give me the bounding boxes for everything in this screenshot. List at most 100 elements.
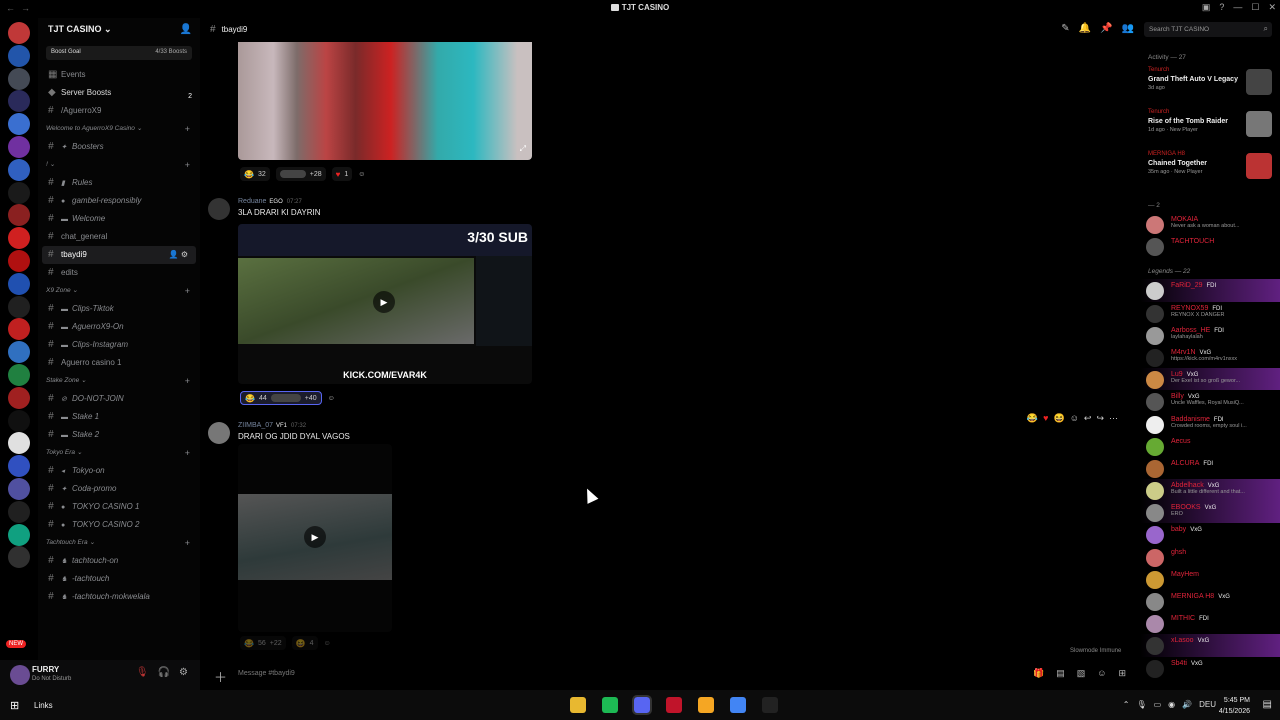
image-attachment[interactable]: ⤢ [238,42,532,160]
channel-item[interactable]: # ✦ Boosters [38,138,200,156]
add-channel-icon[interactable]: + [185,372,190,390]
server-icon[interactable] [8,136,30,158]
language-indicator[interactable]: DEU [1199,700,1216,709]
windows-start-icon[interactable]: ⊞ [10,699,19,712]
notification-bell-icon[interactable]: 🔔 [1079,23,1091,34]
category-header[interactable]: X9 Zone ⌄ + [38,282,200,300]
server-boosts-item[interactable]: ◆ Server Boosts 2 [38,84,200,102]
add-reaction-icon[interactable]: ☺ [1070,413,1079,424]
channel-item[interactable]: # ▮ Rules [38,174,200,192]
category-header[interactable]: Welcome to AguerroX9 Casino ⌄ + [38,120,200,138]
help-icon[interactable]: ? [1219,2,1224,13]
clock[interactable]: 5:45 PM 4/15/2026 [1219,695,1250,717]
boost-goal[interactable]: Boost Goal 4/33 Boosts [46,46,192,60]
member-item[interactable]: baby VxG [1140,523,1280,545]
inbox-icon[interactable]: ▣ [1202,2,1211,13]
sticker-icon[interactable]: ▧ [1077,668,1086,679]
channel-item[interactable]: # ♞ -tachtouch [38,570,200,588]
channel-item[interactable]: # chat_general [38,228,200,246]
server-icon[interactable] [8,22,30,44]
server-icon[interactable] [8,478,30,500]
reaction-laugh[interactable]: 😂 56 +22 [240,636,286,650]
notification-icon[interactable]: ▤ [1263,699,1272,710]
member-item[interactable]: ghsh [1140,546,1280,568]
server-icon[interactable] [8,432,30,455]
member-item[interactable]: Aarboss_HE FDI laylahaylalah [1140,324,1280,346]
member-item[interactable]: Billy VxG Uncle Waffles, Royal MusiQ... [1140,390,1280,412]
server-icon[interactable] [8,67,30,90]
member-item[interactable]: REYNOX59 FDI REYNOX X DANGER [1140,302,1280,324]
add-reaction-icon[interactable]: ☺ [324,640,331,647]
emoji-picker-icon[interactable]: ☺ [1097,668,1106,679]
channel-item[interactable]: # ▬ AguerroX9-On [38,318,200,336]
reaction-laugh[interactable]: 😂 32 [240,167,270,181]
gif-icon[interactable]: ▤ [1056,668,1065,679]
mic-icon[interactable]: 🎙 [1136,700,1146,709]
server-icon[interactable] [8,44,30,67]
taskbar-links[interactable]: Links [34,701,53,710]
channel-item[interactable]: # ♞ tachtouch-on [38,552,200,570]
message-input[interactable]: Message #tbaydi9 [238,670,295,677]
channel-item[interactable]: # ● gambel-responsibly [38,192,200,210]
channel-item[interactable]: # ● TOKYO CASINO 1 [38,498,200,516]
server-icon[interactable] [8,500,30,523]
video-attachment[interactable]: 3/30 SUB ▶ KICK.COM/EVAR4K [238,224,532,384]
member-item[interactable]: Sb4ti VxG [1140,657,1280,679]
add-channel-icon[interactable]: + [185,282,190,300]
pin-icon[interactable]: 📌 [1100,23,1112,34]
activity-item[interactable]: Tenurch Rise of the Tomb Raider 1d ago · N… [1140,107,1280,149]
member-item[interactable]: Lu9 VxG Der Exel ist so groß gewor... [1140,368,1280,391]
member-item[interactable]: MERNIGA H8 VxG [1140,590,1280,612]
taskbar-app-icon[interactable] [762,697,778,713]
laugh-shortcut-icon[interactable]: 😆 [1053,413,1064,424]
network-icon[interactable]: ◉ [1168,700,1175,709]
channel-item[interactable]: # /AguerroX9 [38,102,200,120]
taskbar-app-icon[interactable] [698,697,714,713]
server-icon[interactable] [8,90,30,113]
avatar[interactable] [10,665,30,685]
forward-icon[interactable]: ↪ [1096,413,1104,424]
play-icon[interactable]: ▶ [304,526,326,548]
member-item[interactable]: MayHem [1140,568,1280,590]
member-item[interactable]: M4rv1N VxG https://kick.com/m4rv1nxxx [1140,346,1280,368]
category-header[interactable]: Stake Zone ⌄ + [38,372,200,390]
category-header[interactable]: Tachtouch Era ⌄ + [38,534,200,552]
member-item[interactable]: ALCURA FDI [1140,457,1280,479]
channel-item[interactable]: # Aguerro casino 1 [38,354,200,372]
server-icon[interactable] [8,455,30,478]
member-item[interactable]: TACHTOUCH [1140,235,1280,257]
threads-icon[interactable]: ✎ [1061,23,1069,34]
member-item[interactable]: Abdelhack VxG Built a little different and… [1140,479,1280,502]
server-icon[interactable] [8,364,30,386]
maximize-button[interactable]: ☐ [1251,2,1259,13]
minimize-button[interactable]: — [1233,2,1242,13]
server-icon[interactable] [8,295,30,318]
server-icon[interactable] [8,318,30,341]
server-icon[interactable] [8,113,30,136]
avatar[interactable] [208,198,230,220]
events-item[interactable]: ▦ Events [38,66,200,84]
category-header[interactable]: Tokyo Era ⌄ + [38,444,200,462]
channel-item[interactable]: # ▬ Welcome [38,210,200,228]
taskbar-app-icon[interactable] [570,697,586,713]
mute-icon[interactable]: 🎙 [136,667,149,678]
taskbar-app-icon[interactable] [602,697,618,713]
channel-item[interactable]: # ● TOKYO CASINO 2 [38,516,200,534]
member-list-icon[interactable]: 👥 [1122,23,1134,34]
member-item[interactable]: EBOOKS VxG ERO [1140,501,1280,524]
channel-item[interactable]: # ✦ Coda-promo [38,480,200,498]
more-icon[interactable]: ⋯ [1109,413,1118,424]
chevron-up-icon[interactable]: ⌃ [1123,700,1130,709]
reaction-heart[interactable]: ♥ 1 [331,167,353,181]
activity-item[interactable]: Tenurch Grand Theft Auto V Legacy 3d ago [1140,65,1280,107]
server-icon[interactable] [8,523,30,546]
message-author[interactable]: Reduane [238,198,266,205]
deafen-icon[interactable]: 🎧 [158,667,170,678]
search-input[interactable]: Search TJT CASINO ⌕ [1144,22,1272,37]
server-icon[interactable] [8,409,30,432]
avatar[interactable] [208,422,230,444]
invite-icon[interactable]: 👤 [180,24,192,35]
close-button[interactable]: ✕ [1268,2,1276,13]
server-icon[interactable] [8,546,30,569]
server-icon[interactable] [8,250,30,272]
